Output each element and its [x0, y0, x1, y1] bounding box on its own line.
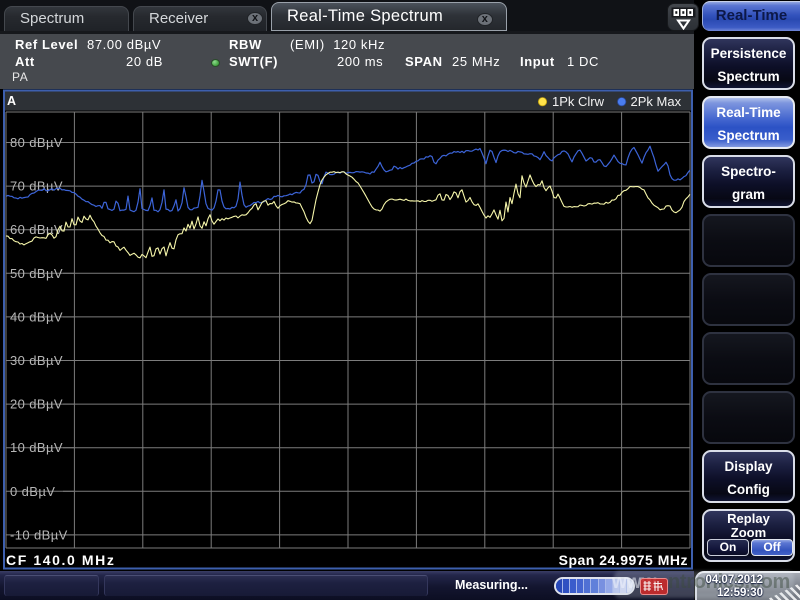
svg-text:80 dBµV: 80 dBµV — [10, 135, 63, 150]
svg-text:40 dBµV: 40 dBµV — [10, 309, 63, 324]
svg-text:CF 140.0 MHz: CF 140.0 MHz — [6, 552, 115, 568]
svg-text:10 dBµV: 10 dBµV — [10, 440, 63, 455]
svg-text:-10 dBµV: -10 dBµV — [10, 527, 68, 542]
svg-text:50 dBµV: 50 dBµV — [10, 266, 63, 281]
svg-text:60 dBµV: 60 dBµV — [10, 222, 63, 237]
svg-text:0 dBµV: 0 dBµV — [10, 484, 55, 499]
svg-text:2Pk Max: 2Pk Max — [631, 94, 682, 109]
svg-text:20 dBµV: 20 dBµV — [10, 397, 63, 412]
svg-text:A: A — [7, 94, 16, 108]
svg-text:30 dBµV: 30 dBµV — [10, 353, 63, 368]
svg-text:1Pk Clrw: 1Pk Clrw — [552, 94, 605, 109]
svg-text:Span 24.9975 MHz: Span 24.9975 MHz — [559, 552, 688, 568]
